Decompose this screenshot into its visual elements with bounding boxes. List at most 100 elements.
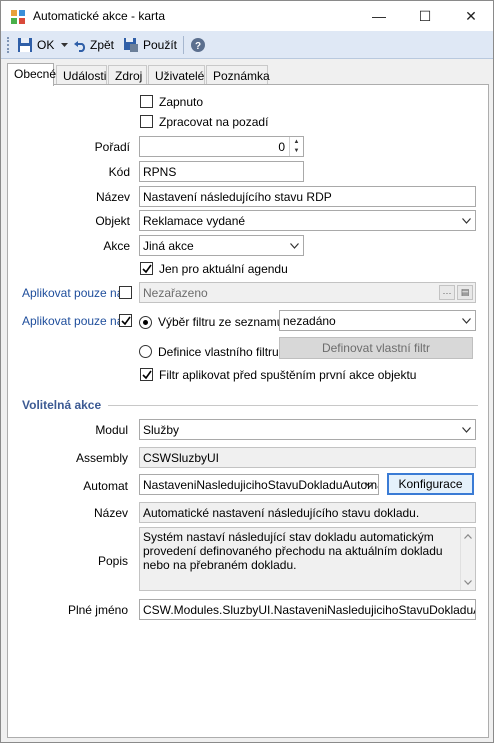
chevron-down-icon[interactable] [361,475,378,494]
apply-filter-before-label: Filtr aplikovat před spuštěním první akc… [159,368,417,382]
apply-only-input-1[interactable]: Nezařazeno ··· ▤ [139,282,476,303]
floppy-save-icon [18,38,32,52]
ellipsis-icon[interactable]: ··· [439,285,455,300]
configuration-button[interactable]: Konfigurace [387,473,474,495]
order-value: 0 [278,140,285,154]
description-scrollbar[interactable] [460,528,475,590]
tab-udalosti[interactable]: Události [56,65,107,85]
fullname-label: Plné jméno [67,603,128,617]
checkmark-icon [142,370,152,380]
scroll-down-icon[interactable] [461,575,475,589]
maximize-button[interactable]: ☐ [402,1,448,31]
apply-only-checkbox-1[interactable] [119,286,132,299]
filter-select[interactable]: nezadáno [279,310,476,331]
tab-uzivatele[interactable]: Uživatelé [148,65,205,85]
checkmark-icon [121,316,131,326]
opt-name-input[interactable]: Automatické nastavení následujícího stav… [139,502,476,523]
apply-only-value-1: Nezařazeno [143,286,208,300]
minimize-button[interactable]: — [356,1,402,31]
back-button[interactable]: Zpět [71,34,116,56]
apply-only-checkbox-2[interactable] [119,314,132,327]
filter-from-list-radio[interactable] [139,316,152,329]
ok-button[interactable]: OK [15,34,56,56]
assembly-input[interactable]: CSWSluzbyUI [139,447,476,468]
background-label: Zpracovat na pozadí [159,115,269,129]
action-value: Jiná akce [143,239,194,253]
chevron-down-icon [61,42,68,47]
enabled-checkbox[interactable] [140,95,153,108]
description-textarea[interactable]: Systém nastaví následující stav dokladu … [139,527,476,591]
spin-down-icon[interactable]: ▼ [290,146,303,155]
order-spinner[interactable]: ▲ ▼ [289,137,303,156]
tab-poznamka[interactable]: Poznámka [206,65,270,85]
svg-text:?: ? [195,41,201,52]
help-icon: ? [191,38,205,52]
ok-dropdown-button[interactable] [59,34,70,56]
name-label: Název [95,190,130,204]
toolbar-separator [183,36,184,54]
main-window: Automatické akce - karta — ☐ ✕ OK Zpět P… [0,0,494,743]
current-agenda-label: Jen pro aktuální agendu [159,262,288,276]
undo-arrow-icon [74,41,86,52]
checkmark-icon [142,264,152,274]
chevron-down-icon[interactable] [286,236,303,255]
window-title: Automatické akce - karta [33,9,166,23]
section-divider [108,405,478,406]
code-label: Kód [108,165,130,179]
title-bar: Automatické akce - karta — ☐ ✕ [1,1,493,31]
apply-only-label-1: Aplikovat pouze na [22,286,124,300]
module-value: Služby [143,423,180,437]
module-label: Modul [95,423,128,437]
scroll-up-icon[interactable] [461,529,475,543]
opt-name-label: Název [93,506,128,520]
ok-label: OK [37,38,55,52]
toolbar: OK Zpět Použít ? [1,31,493,59]
minimize-icon: — [372,8,386,24]
apply-filter-before-checkbox[interactable] [140,368,153,381]
automat-select[interactable]: NastaveniNasledujicihoStavuDokladuAutoma… [139,474,379,495]
apply-button[interactable]: Použít [121,34,179,56]
tab-obecne[interactable]: Obecné [7,63,56,86]
automat-value: NastaveniNasledujicihoStavuDokladuAutoma… [143,478,379,492]
tab-zdroj[interactable]: Zdroj [108,65,147,85]
name-input[interactable]: Nastavení následujícího stavu RDP [139,186,476,207]
action-select[interactable]: Jiná akce [139,235,304,256]
toolbar-grip[interactable] [7,37,10,53]
current-agenda-checkbox[interactable] [140,262,153,275]
description-label: Popis [97,554,128,568]
maximize-icon: ☐ [418,7,432,24]
chevron-down-icon[interactable] [458,311,475,330]
action-label: Akce [103,239,130,253]
module-select[interactable]: Služby [139,419,476,440]
assembly-label: Assembly [75,451,128,465]
radio-dot [143,320,148,325]
close-button[interactable]: ✕ [448,1,494,31]
code-input[interactable]: RPNS [139,161,304,182]
custom-filter-radio[interactable] [139,345,152,358]
order-input[interactable]: 0 ▲ ▼ [139,136,304,157]
general-tab-panel: Zapnuto Zpracovat na pozadí Pořadí 0 ▲ ▼… [7,84,489,738]
fullname-input[interactable]: CSW.Modules.SluzbyUI.NastaveniNasledujic… [139,599,476,620]
background-checkbox[interactable] [140,115,153,128]
define-filter-button[interactable]: Definovat vlastní filtr [279,337,473,359]
app-puzzle-icon [11,10,25,24]
order-label: Pořadí [94,140,130,154]
chevron-down-icon[interactable] [458,211,475,230]
filter-value: nezadáno [283,314,336,328]
floppy-apply-icon [124,38,138,52]
enabled-label: Zapnuto [159,95,204,109]
custom-filter-label: Definice vlastního filtru [158,345,279,359]
optional-section-title: Volitelná akce [22,398,102,412]
filter-from-list-label: Výběr filtru ze seznamu [158,315,284,329]
apply-label: Použít [143,38,178,52]
object-label: Objekt [95,214,130,228]
help-button[interactable]: ? [188,34,208,56]
object-value: Reklamace vydané [143,214,246,228]
description-value: Systém nastaví následující stav dokladu … [143,530,443,572]
clear-list-icon[interactable]: ▤ [457,285,473,300]
object-select[interactable]: Reklamace vydané [139,210,476,231]
spin-up-icon[interactable]: ▲ [290,137,303,146]
automat-label: Automat [83,479,128,493]
chevron-down-icon[interactable] [458,420,475,439]
close-icon: ✕ [465,7,477,24]
